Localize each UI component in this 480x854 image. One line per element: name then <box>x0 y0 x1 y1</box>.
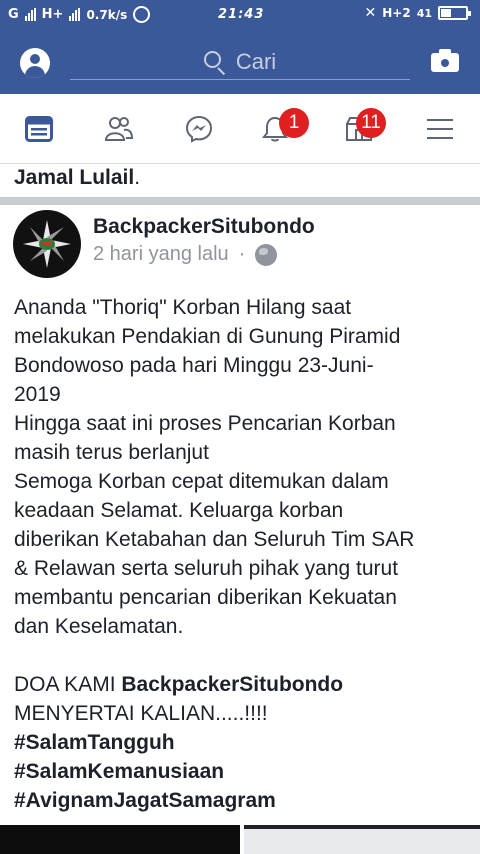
post-line: melakukan Pendakian di Gunung Piramid <box>14 325 401 348</box>
post-line: Hingga saat ini proses Pencarian Korban <box>14 412 396 435</box>
network-label-g: G <box>8 7 19 22</box>
tab-friends[interactable] <box>89 94 149 164</box>
data-speed: 0.7k/s <box>86 7 128 22</box>
hashtag-link[interactable]: #AvignamJagatSamagram <box>14 786 470 815</box>
post-image-right[interactable] <box>244 825 480 854</box>
news-feed-icon <box>25 116 53 142</box>
previous-post-tail: Jamal Lulail. <box>14 164 140 192</box>
post-line: diberikan Ketabahan dan Seluruh Tim SAR <box>14 528 415 551</box>
whatsapp-icon <box>133 6 151 23</box>
post-line: Semoga Korban cepat ditemukan dalam <box>14 470 389 493</box>
status-bar: G H+ 0.7k/s 21:43 ✕ H+2 41 <box>0 0 480 30</box>
battery-icon <box>438 6 471 20</box>
tab-news-feed[interactable] <box>9 94 69 164</box>
mute-icon: ✕ <box>364 5 377 21</box>
post-line: membantu pencarian diberikan Kekuatan <box>14 586 397 609</box>
network-label-hplus: H+ <box>41 7 64 22</box>
search-icon <box>203 50 226 75</box>
post-time[interactable]: 2 hari yang lalu <box>93 243 229 266</box>
messenger-icon <box>185 115 213 143</box>
battery-percent: 41 <box>416 6 432 20</box>
post-card: BackpackerSitubondo 2 hari yang lalu · A… <box>0 205 480 825</box>
post-line: masih terus berlanjut <box>14 441 209 464</box>
signal-icon-2 <box>69 8 81 21</box>
hashtag-link[interactable]: #SalamKemanusiaan <box>14 757 470 786</box>
signal-icon <box>24 8 36 21</box>
compass-logo-icon <box>15 212 79 276</box>
globe-icon <box>255 243 278 266</box>
hashtag-link[interactable]: #SalamTangguh <box>14 728 470 757</box>
doa-line: DOA KAMI BackpackerSitubondo <box>14 670 470 699</box>
post-line: dan Keselamatan. <box>14 615 184 638</box>
friends-icon <box>104 117 134 141</box>
search-input[interactable]: Cari <box>70 44 410 80</box>
feed-divider <box>0 197 480 205</box>
notifications-badge: 1 <box>279 108 309 138</box>
tab-messenger[interactable] <box>169 94 229 164</box>
search-header: Cari <box>0 30 480 94</box>
doa-page-link[interactable]: BackpackerSitubondo <box>121 673 343 696</box>
hamburger-menu-icon <box>427 119 453 139</box>
doa-prefix: DOA KAMI <box>14 673 122 696</box>
meta-separator: · <box>238 243 246 265</box>
post-meta: 2 hari yang lalu · <box>93 243 278 266</box>
post-line: & Relawan serta seluruh pihak yang turut <box>14 557 399 580</box>
post-author[interactable]: BackpackerSitubondo <box>93 215 315 239</box>
doa-line-2: MENYERTAI KALIAN.....!!!! <box>14 702 268 725</box>
network-label-right: H+2 <box>382 6 411 20</box>
camera-icon[interactable] <box>431 49 459 72</box>
profile-icon[interactable] <box>20 48 50 78</box>
post-line: Bondowoso pada hari Minggu 23-Juni- <box>14 354 374 377</box>
post-body: Ananda "Thoriq" Korban Hilang saat melak… <box>14 293 470 815</box>
marketplace-badge: 11 <box>356 108 386 138</box>
tab-menu[interactable] <box>410 94 470 164</box>
nav-bar: 1 11 <box>0 94 480 164</box>
page-avatar[interactable] <box>13 210 81 278</box>
search-placeholder: Cari <box>235 48 277 74</box>
post-line: 2019 <box>14 383 61 406</box>
post-line: Ananda "Thoriq" Korban Hilang saat <box>14 296 352 319</box>
previous-post-suffix: . <box>134 166 141 189</box>
post-line: keadaan Selamat. Keluarga korban <box>14 499 344 522</box>
previous-post-name[interactable]: Jamal Lulail <box>14 166 134 189</box>
post-image-left[interactable] <box>0 825 240 854</box>
clock: 21:43 <box>218 7 265 22</box>
